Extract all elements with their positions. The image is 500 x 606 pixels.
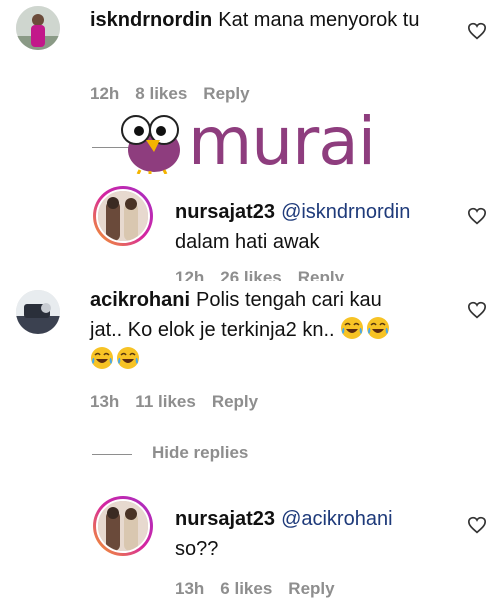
- comment-body: dalam hati awak: [175, 231, 320, 253]
- comment-body: so??: [175, 538, 219, 560]
- heart-outline-icon[interactable]: [467, 516, 487, 534]
- avatar-iskndrnordin[interactable]: [16, 6, 60, 50]
- comment-time: 12h: [90, 84, 120, 103]
- bird-logo-icon: [120, 110, 190, 175]
- comment-text: nursajat23 @iskndrnordin dalam hati awak: [175, 197, 465, 257]
- comment-username[interactable]: nursajat23: [175, 201, 275, 223]
- reply-button[interactable]: Reply: [212, 392, 258, 411]
- comment-time: 13h: [175, 579, 205, 598]
- comment-meta: 12h 8 likes Reply: [90, 84, 266, 104]
- reply-button[interactable]: Reply: [288, 579, 334, 598]
- comment-likes[interactable]: 6 likes: [220, 579, 272, 598]
- comment-username[interactable]: nursajat23: [175, 508, 275, 530]
- comment-username[interactable]: iskndrnordin: [90, 9, 212, 31]
- heart-outline-icon[interactable]: [467, 301, 487, 319]
- avatar-nursajat23[interactable]: [93, 496, 153, 556]
- watermark-text: murai: [188, 103, 376, 180]
- comment-meta: 13h 11 likes Reply: [90, 392, 274, 412]
- reply-button[interactable]: Reply: [203, 84, 249, 103]
- comment-body-cont: jat.. Ko elok je terkinja2 kn..: [90, 319, 335, 341]
- avatar-acikrohani[interactable]: [16, 290, 60, 334]
- murai-watermark: murai: [120, 102, 390, 182]
- comment-time: 13h: [90, 392, 120, 411]
- mention-link[interactable]: @acikrohani: [281, 508, 392, 530]
- comment-likes[interactable]: 26 likes: [220, 268, 281, 281]
- comment-text: nursajat23 @acikrohani so??: [175, 504, 465, 564]
- heart-outline-icon[interactable]: [467, 207, 487, 225]
- comment-username[interactable]: acikrohani: [90, 289, 190, 311]
- clipped-meta-row: 12h 26 likes Reply: [175, 268, 435, 281]
- comment-likes[interactable]: 11 likes: [135, 392, 196, 411]
- face-with-tears-of-joy-emoji: [340, 316, 364, 340]
- mention-link[interactable]: @iskndrnordin: [281, 201, 410, 223]
- comment-time: 12h: [175, 268, 205, 281]
- comment-text: acikrohani Polis tengah cari kau jat.. Ko…: [90, 285, 450, 375]
- heart-outline-icon[interactable]: [467, 22, 487, 40]
- face-with-tears-of-joy-emoji: [366, 316, 390, 340]
- comment-likes[interactable]: 8 likes: [135, 84, 187, 103]
- reply-button[interactable]: Reply: [298, 268, 344, 281]
- hide-replies-line: [92, 454, 132, 455]
- avatar-nursajat23[interactable]: [93, 186, 153, 246]
- comment-meta: 13h 6 likes Reply: [175, 579, 351, 599]
- comment-text: iskndrnordin Kat mana menyorok tu: [90, 5, 430, 35]
- face-with-tears-of-joy-emoji: [90, 346, 114, 370]
- hide-replies-button[interactable]: Hide replies: [152, 443, 248, 463]
- face-with-tears-of-joy-emoji: [116, 346, 140, 370]
- comment-meta: 12h 26 likes Reply: [175, 268, 360, 281]
- comment-body: Kat mana menyorok tu: [218, 9, 420, 31]
- comment-body: Polis tengah cari kau: [196, 289, 382, 311]
